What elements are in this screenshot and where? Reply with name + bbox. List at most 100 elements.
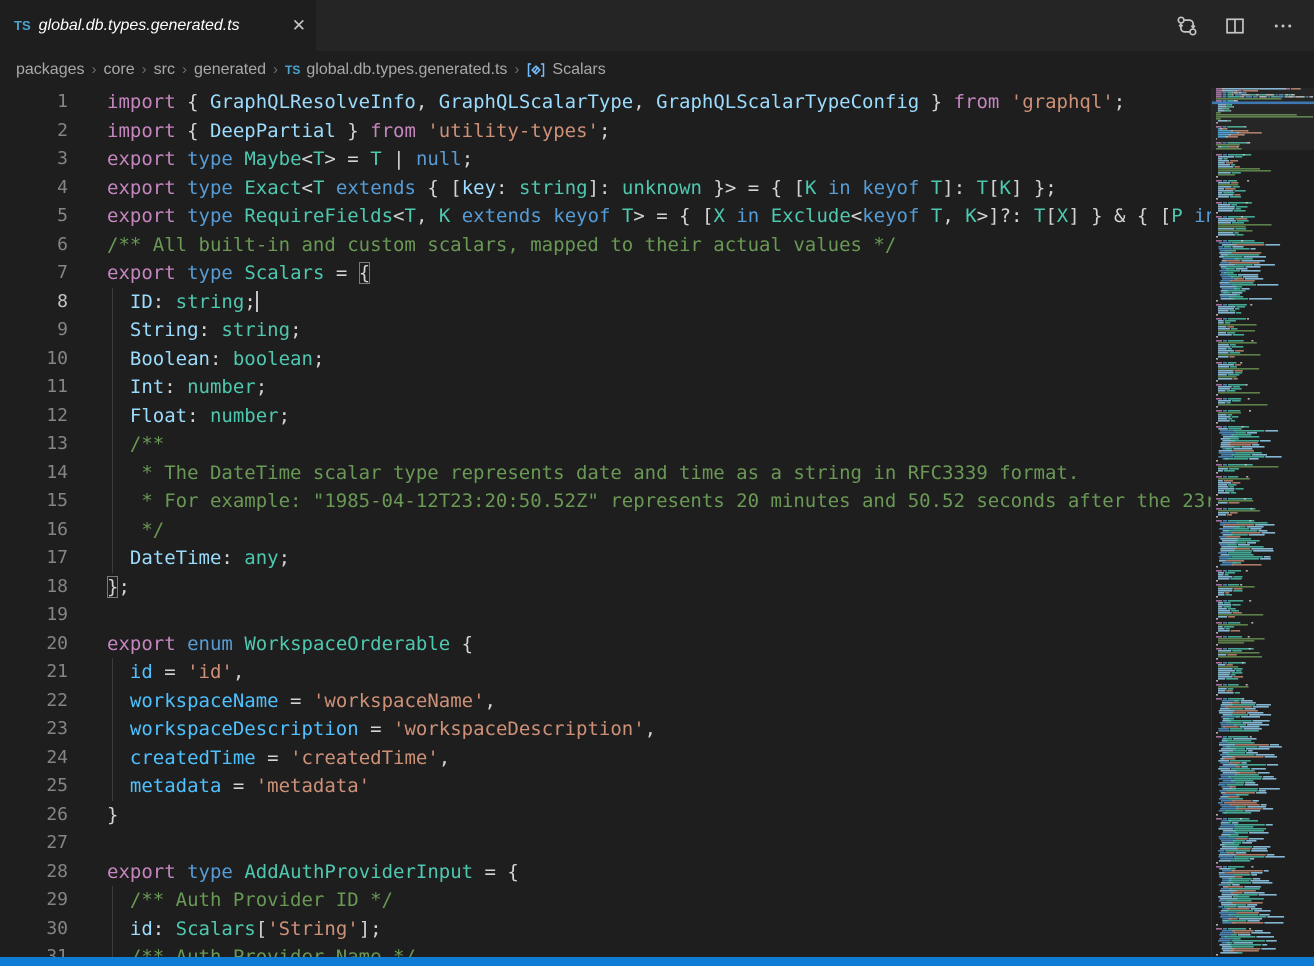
indent-guide bbox=[112, 516, 113, 545]
code-line[interactable]: workspaceName = 'workspaceName', bbox=[0, 687, 1212, 716]
code-line[interactable]: export type AddAuthProviderInput = { bbox=[0, 858, 1212, 887]
code-line[interactable]: /** All built-in and custom scalars, map… bbox=[0, 231, 1212, 260]
line-number[interactable]: 8 bbox=[0, 288, 68, 317]
indent-guide bbox=[112, 658, 113, 687]
line-number[interactable]: 30 bbox=[0, 915, 68, 944]
line-number[interactable]: 2 bbox=[0, 117, 68, 146]
line-number[interactable]: 14 bbox=[0, 459, 68, 488]
code-line[interactable]: id: Scalars['String']; bbox=[0, 915, 1212, 944]
indent-guide bbox=[112, 487, 113, 516]
breadcrumb-label: generated bbox=[194, 61, 266, 79]
line-number[interactable]: 19 bbox=[0, 601, 68, 630]
indent-guide bbox=[112, 886, 113, 915]
code-line[interactable]: /** bbox=[0, 430, 1212, 459]
code-line[interactable]: */ bbox=[0, 516, 1212, 545]
editor[interactable]: import { GraphQLResolveInfo, GraphQLScal… bbox=[0, 88, 1314, 957]
line-number[interactable]: 31 bbox=[0, 943, 68, 957]
split-editor-icon[interactable] bbox=[1224, 15, 1246, 37]
code-line[interactable]: Boolean: boolean; bbox=[0, 345, 1212, 374]
line-number[interactable]: 10 bbox=[0, 345, 68, 374]
chevron-right-icon: › bbox=[514, 61, 519, 78]
line-number[interactable]: 5 bbox=[0, 202, 68, 231]
line-number[interactable]: 28 bbox=[0, 858, 68, 887]
indent-guide bbox=[112, 402, 113, 431]
code-line[interactable]: export enum WorkspaceOrderable { bbox=[0, 630, 1212, 659]
code-line[interactable]: export type RequireFields<T, K extends k… bbox=[0, 202, 1212, 231]
line-number[interactable]: 11 bbox=[0, 373, 68, 402]
code-line[interactable]: /** Auth Provider ID */ bbox=[0, 886, 1212, 915]
line-number[interactable]: 23 bbox=[0, 715, 68, 744]
line-number[interactable]: 27 bbox=[0, 829, 68, 858]
code-line[interactable]: export type Exact<T extends { [key: stri… bbox=[0, 174, 1212, 203]
indent-guide bbox=[112, 744, 113, 773]
chevron-right-icon: › bbox=[182, 61, 187, 78]
line-number[interactable]: 1 bbox=[0, 88, 68, 117]
line-number[interactable]: 9 bbox=[0, 316, 68, 345]
minimap[interactable] bbox=[1212, 88, 1314, 957]
code-line[interactable]: createdTime = 'createdTime', bbox=[0, 744, 1212, 773]
status-bar[interactable] bbox=[0, 957, 1314, 966]
code-line[interactable]: export type Maybe<T> = T | null; bbox=[0, 145, 1212, 174]
line-number[interactable]: 4 bbox=[0, 174, 68, 203]
line-number[interactable]: 29 bbox=[0, 886, 68, 915]
indent-guide bbox=[112, 544, 113, 573]
line-number[interactable]: 22 bbox=[0, 687, 68, 716]
line-number[interactable]: 16 bbox=[0, 516, 68, 545]
line-number[interactable]: 25 bbox=[0, 772, 68, 801]
breadcrumb-item-core[interactable]: core bbox=[104, 61, 135, 79]
indent-guide bbox=[112, 459, 113, 488]
code-line[interactable]: metadata = 'metadata' bbox=[0, 772, 1212, 801]
line-number[interactable]: 20 bbox=[0, 630, 68, 659]
tab-global-db-types[interactable]: TS global.db.types.generated.ts ✕ bbox=[0, 0, 316, 51]
line-number[interactable]: 21 bbox=[0, 658, 68, 687]
line-number[interactable]: 15 bbox=[0, 487, 68, 516]
breadcrumb-item-packages[interactable]: packages bbox=[16, 61, 85, 79]
line-number[interactable]: 12 bbox=[0, 402, 68, 431]
code-line[interactable]: /** Auth Provider Name */ bbox=[0, 943, 1212, 957]
line-number[interactable]: 26 bbox=[0, 801, 68, 830]
indent-guide bbox=[112, 715, 113, 744]
code-line[interactable]: }; bbox=[0, 573, 1212, 602]
code-line[interactable] bbox=[0, 601, 1212, 630]
code-line[interactable]: import { DeepPartial } from 'utility-typ… bbox=[0, 117, 1212, 146]
line-number[interactable]: 24 bbox=[0, 744, 68, 773]
line-number[interactable]: 7 bbox=[0, 259, 68, 288]
code-line[interactable]: Int: number; bbox=[0, 373, 1212, 402]
code-line[interactable] bbox=[0, 829, 1212, 858]
indent-guide bbox=[112, 772, 113, 801]
code-line[interactable]: * For example: "1985-04-12T23:20:50.52Z"… bbox=[0, 487, 1212, 516]
code-line[interactable]: Float: number; bbox=[0, 402, 1212, 431]
code-line[interactable]: import { GraphQLResolveInfo, GraphQLScal… bbox=[0, 88, 1212, 117]
symbol-type-icon bbox=[526, 62, 546, 78]
code-line[interactable]: ID: string; bbox=[0, 288, 1212, 317]
line-number[interactable]: 13 bbox=[0, 430, 68, 459]
indent-guide bbox=[112, 687, 113, 716]
line-number[interactable]: 6 bbox=[0, 231, 68, 260]
close-icon[interactable]: ✕ bbox=[292, 17, 306, 34]
text-cursor bbox=[256, 291, 258, 312]
line-number[interactable]: 17 bbox=[0, 544, 68, 573]
line-number[interactable]: 18 bbox=[0, 573, 68, 602]
code-area[interactable]: import { GraphQLResolveInfo, GraphQLScal… bbox=[0, 88, 1212, 957]
tab-title: global.db.types.generated.ts bbox=[39, 17, 282, 35]
breadcrumb-item-scalars[interactable]: Scalars bbox=[526, 61, 605, 79]
code-line[interactable]: * The DateTime scalar type represents da… bbox=[0, 459, 1212, 488]
breadcrumb-item-src[interactable]: src bbox=[154, 61, 175, 79]
breadcrumb-item-generated[interactable]: generated bbox=[194, 61, 266, 79]
code-line[interactable]: DateTime: any; bbox=[0, 544, 1212, 573]
code-line[interactable]: } bbox=[0, 801, 1212, 830]
code-line[interactable]: id = 'id', bbox=[0, 658, 1212, 687]
vscode-window: TS global.db.types.generated.ts ✕ bbox=[0, 0, 1314, 966]
code-line[interactable]: export type Scalars = { bbox=[0, 259, 1212, 288]
breadcrumb-item-global-db-types-generated-ts[interactable]: TSglobal.db.types.generated.ts bbox=[285, 61, 507, 79]
open-changes-icon[interactable] bbox=[1176, 15, 1198, 37]
indent-guide bbox=[112, 943, 113, 957]
gutter[interactable]: 1234567891011121314151617181920212223242… bbox=[0, 88, 68, 957]
code-line[interactable]: String: string; bbox=[0, 316, 1212, 345]
tab-bar: TS global.db.types.generated.ts ✕ bbox=[0, 0, 1314, 51]
breadcrumb-label: core bbox=[104, 61, 135, 79]
more-actions-icon[interactable] bbox=[1272, 15, 1294, 37]
line-number[interactable]: 3 bbox=[0, 145, 68, 174]
indent-guide bbox=[112, 316, 113, 345]
code-line[interactable]: workspaceDescription = 'workspaceDescrip… bbox=[0, 715, 1212, 744]
